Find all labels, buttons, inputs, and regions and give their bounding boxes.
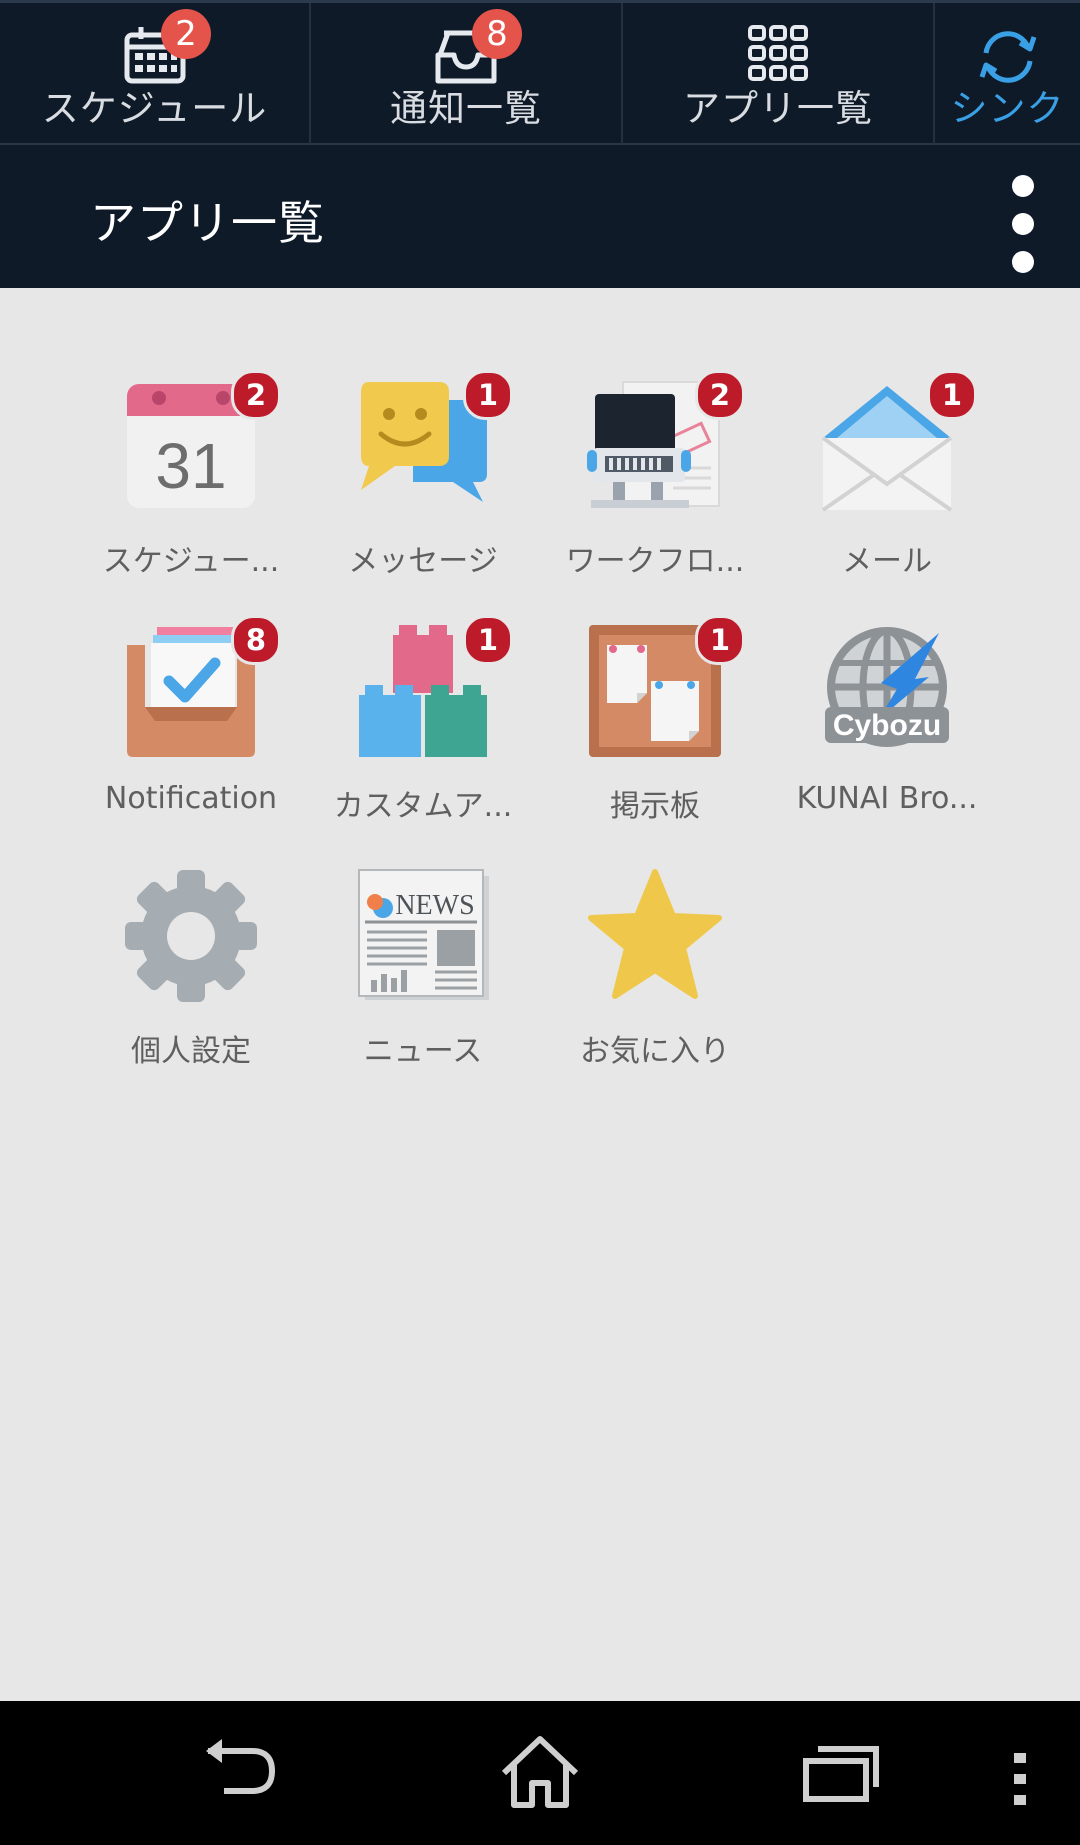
app-badge: 1 — [695, 615, 745, 665]
tab-sync-label: シンク — [950, 87, 1065, 130]
app-schedule[interactable]: 31 2 スケジュー... — [81, 288, 301, 579]
app-label: 個人設定 — [131, 1034, 251, 1069]
star-icon — [587, 868, 723, 1004]
sync-icon — [979, 31, 1036, 83]
tab-app-list[interactable]: アプリ一覧 — [623, 3, 935, 145]
app-favorites[interactable]: お気に入り — [545, 778, 765, 1069]
news-masthead-text: NEWS — [395, 890, 474, 921]
calendar-day-text: 31 — [155, 430, 226, 502]
app-news[interactable]: NEWS ニュース — [313, 778, 533, 1069]
app-bulletin-board[interactable]: 1 掲示板 — [545, 533, 765, 824]
newspaper-icon: NEWS — [355, 868, 491, 1004]
overflow-menu-icon[interactable] — [1004, 165, 1044, 273]
app-label: ニュース — [363, 1034, 483, 1069]
message-icon: 1 — [355, 370, 513, 514]
cybozu-logo-text: Cybozu — [833, 709, 941, 742]
tab-schedule-label: スケジュール — [41, 87, 268, 130]
system-navigation-bar — [0, 1701, 1080, 1845]
app-badge: 2 — [695, 370, 745, 420]
bulletin-board-icon: 1 — [587, 615, 745, 759]
app-mail[interactable]: 1 メール — [777, 288, 997, 579]
home-icon[interactable] — [498, 1735, 582, 1809]
tab-sync[interactable]: シンク — [935, 3, 1080, 145]
app-badge: 1 — [463, 615, 513, 665]
app-badge: 1 — [927, 370, 977, 420]
app-badge: 8 — [231, 615, 281, 665]
app-workflow[interactable]: 2 ワークフロ... — [545, 288, 765, 579]
tab-notifications-label: 通知一覧 — [390, 87, 542, 130]
workflow-stamp-icon: 2 — [587, 370, 745, 514]
app-label: KUNAI Bro... — [796, 781, 978, 816]
app-label: お気に入り — [580, 1034, 730, 1069]
gear-icon — [123, 868, 259, 1004]
tab-schedule-badge: 2 — [161, 9, 211, 59]
tab-app-list-label: アプリ一覧 — [683, 87, 873, 130]
tab-notifications-badge: 8 — [472, 9, 522, 59]
app-message[interactable]: 1 メッセージ — [313, 288, 533, 579]
calendar-icon: 31 2 — [123, 370, 281, 514]
notification-tray-icon: 8 — [123, 615, 281, 759]
recent-apps-icon[interactable] — [800, 1737, 880, 1807]
tab-notifications[interactable]: 8 通知一覧 — [311, 3, 623, 145]
cybozu-globe-icon: Cybozu — [819, 623, 955, 759]
back-icon[interactable] — [200, 1737, 280, 1807]
page-title: アプリ一覧 — [90, 196, 325, 250]
app-personal-settings[interactable]: 個人設定 — [81, 778, 301, 1069]
top-tab-bar: 2 スケジュール 8 通知一覧 アプリ一覧 シンク — [0, 0, 1080, 145]
mail-icon: 1 — [819, 370, 977, 514]
app-custom-app[interactable]: 1 カスタムア... — [313, 533, 533, 824]
tab-schedule[interactable]: 2 スケジュール — [0, 3, 311, 145]
app-kunai-browser[interactable]: Cybozu KUNAI Bro... — [777, 533, 997, 816]
custom-app-blocks-icon: 1 — [355, 615, 513, 759]
title-bar: アプリ一覧 — [0, 145, 1080, 288]
app-badge: 2 — [231, 370, 281, 420]
app-badge: 1 — [463, 370, 513, 420]
app-grid-icon — [748, 25, 808, 81]
app-notification[interactable]: 8 Notification — [81, 533, 301, 816]
menu-dots-icon[interactable] — [1008, 1751, 1032, 1807]
